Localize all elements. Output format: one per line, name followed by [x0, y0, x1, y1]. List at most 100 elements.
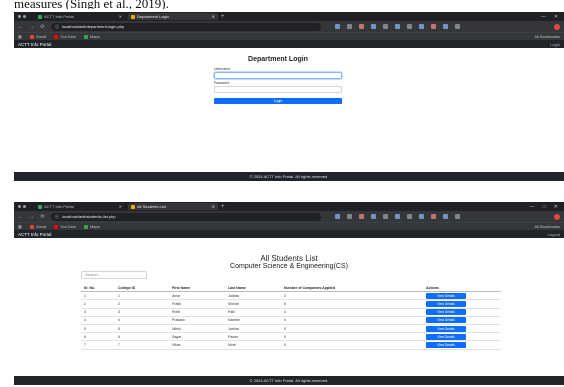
cell-college-id: 3: [118, 310, 120, 315]
tab-favicon-icon: [131, 204, 135, 209]
download-icon[interactable]: [455, 214, 460, 219]
apps-grid-icon[interactable]: ▦: [18, 224, 22, 229]
window-dots: [18, 15, 32, 18]
search-input[interactable]: Search...: [81, 271, 147, 279]
all-bookmarks-link[interactable]: All Bookmarks: [534, 224, 560, 229]
cell-last-name: More: [228, 342, 236, 347]
new-tab-button[interactable]: +: [221, 14, 225, 20]
view-details-button[interactable]: View Details: [426, 309, 466, 316]
bookmarks-bar: ▦ Gmail YouTube Maps All Bookmarks: [14, 222, 564, 230]
new-tab-button[interactable]: +: [221, 204, 225, 210]
cell-last-name: Pawar: [228, 334, 238, 339]
browser-toolbar: ← → ⟳ ⓘ localhost/actt/department-login.…: [14, 21, 564, 32]
apps-grid-icon[interactable]: ▦: [18, 34, 22, 39]
view-details-button[interactable]: View Details: [426, 300, 466, 307]
reload-icon[interactable]: ⟳: [40, 214, 45, 220]
extension-icon[interactable]: [443, 24, 448, 29]
extension-icon[interactable]: [443, 214, 448, 219]
extension-icon[interactable]: [431, 24, 436, 29]
extension-icon[interactable]: [359, 214, 364, 219]
view-details-button[interactable]: View Details: [426, 333, 466, 340]
navbar-brand[interactable]: ACTT Info Portal: [18, 232, 51, 237]
cell-sr-no: 2: [84, 301, 86, 306]
address-bar[interactable]: ⓘ localhost/actt/students-list.php: [51, 212, 321, 221]
view-details-button[interactable]: View Details: [426, 317, 466, 324]
tab-department-login[interactable]: Department Login ✕: [128, 13, 218, 20]
username-input[interactable]: [214, 72, 342, 79]
back-icon[interactable]: ←: [18, 24, 23, 30]
minimize-button[interactable]: —: [541, 14, 546, 20]
cell-first-name: Nikhil: [172, 326, 181, 331]
tab-close-icon[interactable]: ✕: [212, 14, 215, 19]
minimize-button[interactable]: —: [530, 204, 535, 210]
view-details-button[interactable]: View Details: [426, 292, 466, 299]
tab-portal[interactable]: ACTT Info Portal ✕: [35, 13, 125, 20]
tab-students-list[interactable]: All Students List ✕: [128, 203, 218, 210]
gmail-icon: [29, 224, 34, 229]
extension-icon[interactable]: [371, 214, 376, 219]
tab-close-icon[interactable]: ✕: [212, 204, 215, 209]
tab-portal[interactable]: ACTT Info Portal ✕: [35, 203, 125, 210]
back-icon[interactable]: ←: [18, 214, 23, 220]
maximize-button[interactable]: □: [543, 204, 546, 210]
profile-avatar[interactable]: [554, 23, 560, 30]
site-navbar: ACTT Info Portal Logout: [14, 230, 564, 238]
navbar-brand[interactable]: ACTT Info Portal: [18, 42, 51, 47]
bookmark-label: Gmail: [35, 34, 47, 39]
zoom-icon[interactable]: [335, 24, 340, 29]
extension-icon[interactable]: [383, 24, 388, 29]
login-form: Department Login Username Password Login: [214, 56, 342, 104]
bookmark-star-icon[interactable]: [347, 24, 352, 29]
tab-favicon-icon: [131, 14, 135, 19]
zoom-icon[interactable]: [335, 214, 340, 219]
page-title: All Students List: [260, 254, 318, 263]
cell-actions: View Details: [426, 325, 501, 332]
cell-companies-applied: 5: [284, 301, 286, 306]
bookmark-youtube[interactable]: YouTube: [54, 34, 76, 39]
view-details-button[interactable]: View Details: [426, 325, 466, 332]
bookmark-maps[interactable]: Maps: [83, 34, 100, 39]
tab-close-icon[interactable]: ✕: [119, 14, 122, 19]
close-window-button[interactable]: ✕: [554, 204, 558, 210]
extension-icon[interactable]: [407, 214, 412, 219]
reload-icon[interactable]: ⟳: [40, 24, 45, 30]
extension-icon[interactable]: [431, 214, 436, 219]
download-icon[interactable]: [455, 24, 460, 29]
site-info-icon[interactable]: ⓘ: [55, 24, 59, 30]
window-dots: [18, 205, 32, 208]
extension-icon[interactable]: [383, 214, 388, 219]
bookmark-star-icon[interactable]: [347, 214, 352, 219]
extension-icon[interactable]: [419, 24, 424, 29]
password-input[interactable]: [214, 86, 342, 93]
bookmark-gmail[interactable]: Gmail: [29, 34, 47, 39]
all-bookmarks-link[interactable]: All Bookmarks: [534, 34, 560, 39]
login-button[interactable]: Login: [214, 98, 342, 104]
header-companies-applied: Number of Companies Applied: [284, 285, 336, 290]
extension-icon[interactable]: [419, 214, 424, 219]
extension-icon[interactable]: [395, 24, 400, 29]
extension-icon[interactable]: [395, 214, 400, 219]
maps-icon: [83, 34, 88, 39]
tab-close-icon[interactable]: ✕: [119, 204, 122, 209]
profile-avatar[interactable]: [554, 213, 560, 220]
cell-first-name: Rohit: [172, 310, 181, 315]
extension-icon[interactable]: [359, 24, 364, 29]
bookmark-youtube[interactable]: YouTube: [54, 224, 76, 229]
tab-label: All Students List: [137, 204, 166, 209]
header-sr-no: Sr. No.: [84, 285, 96, 290]
view-details-button[interactable]: View Details: [426, 341, 466, 348]
close-window-button[interactable]: ✕: [554, 14, 558, 20]
address-bar[interactable]: ⓘ localhost/actt/department-login.php: [51, 22, 321, 31]
forward-icon[interactable]: →: [29, 214, 34, 220]
extension-icon[interactable]: [407, 24, 412, 29]
bookmark-label: YouTube: [60, 224, 76, 229]
page-footer: © 2024 ACTT Info Portal. All rights rese…: [14, 172, 564, 181]
site-info-icon[interactable]: ⓘ: [55, 214, 59, 220]
bookmark-gmail[interactable]: Gmail: [29, 224, 46, 229]
bookmark-maps[interactable]: Maps: [83, 224, 100, 229]
navbar-logout-link[interactable]: Logout: [548, 232, 560, 237]
extension-icons: [335, 24, 460, 29]
navbar-login-link[interactable]: Login: [550, 42, 560, 47]
forward-icon[interactable]: →: [29, 24, 34, 30]
extension-icon[interactable]: [371, 24, 376, 29]
